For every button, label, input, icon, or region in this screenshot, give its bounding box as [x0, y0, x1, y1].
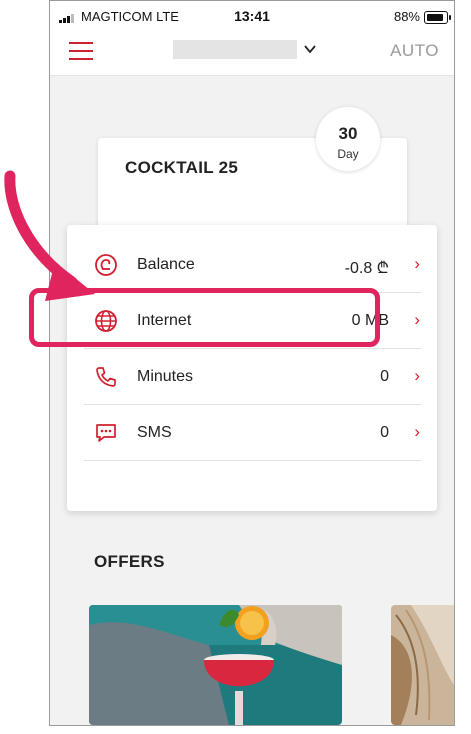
plan-name: COCKTAIL 25: [125, 158, 239, 177]
chevron-right-icon: ›: [414, 310, 420, 329]
usage-row-value: -0.8 ₾: [344, 260, 389, 277]
days-remaining-value: 30: [338, 124, 358, 143]
usage-row-label: Balance: [137, 256, 195, 273]
usage-row-label: SMS: [137, 424, 172, 441]
balance-icon: [95, 254, 117, 276]
battery-icon: [424, 11, 451, 24]
usage-row-label: Minutes: [137, 368, 194, 385]
phone-number-selector[interactable]: [173, 40, 297, 59]
usage-row-value: 0: [380, 424, 389, 441]
phone-screen: MAGTICOM LTE 13:41 88% AUTO COCKTAIL 25 …: [49, 0, 455, 726]
phone-icon: [96, 367, 116, 387]
battery-percent: 88%: [393, 9, 420, 24]
auto-button[interactable]: AUTO: [390, 41, 439, 61]
divider: [84, 460, 422, 461]
offer-image: [89, 605, 342, 725]
offer-card-secondary[interactable]: [391, 605, 454, 725]
chevron-right-icon: ›: [414, 422, 420, 441]
usage-row-value: 0: [380, 368, 389, 385]
app-header: AUTO: [50, 33, 454, 76]
hamburger-menu-icon[interactable]: [69, 41, 93, 61]
offer-image: [391, 605, 454, 725]
days-remaining-label: Day: [337, 147, 359, 161]
days-remaining-badge: 30 Day: [316, 107, 380, 171]
chevron-down-icon[interactable]: [303, 42, 317, 56]
annotation-highlight-box: [29, 288, 380, 347]
offers-heading: OFFERS: [94, 552, 165, 571]
usage-row-sms[interactable]: SMS 0 ›: [84, 405, 422, 461]
usage-row-balance[interactable]: Balance -0.8 ₾ ›: [84, 237, 422, 293]
chevron-right-icon: ›: [414, 254, 420, 273]
usage-row-minutes[interactable]: Minutes 0 ›: [84, 349, 422, 405]
status-bar: MAGTICOM LTE 13:41 88%: [50, 1, 454, 33]
chevron-right-icon: ›: [414, 366, 420, 385]
offer-card-cocktail[interactable]: [89, 605, 342, 725]
usage-card: Balance -0.8 ₾ › Internet 0 MB › Minutes…: [67, 225, 437, 511]
chat-icon: [96, 424, 116, 442]
